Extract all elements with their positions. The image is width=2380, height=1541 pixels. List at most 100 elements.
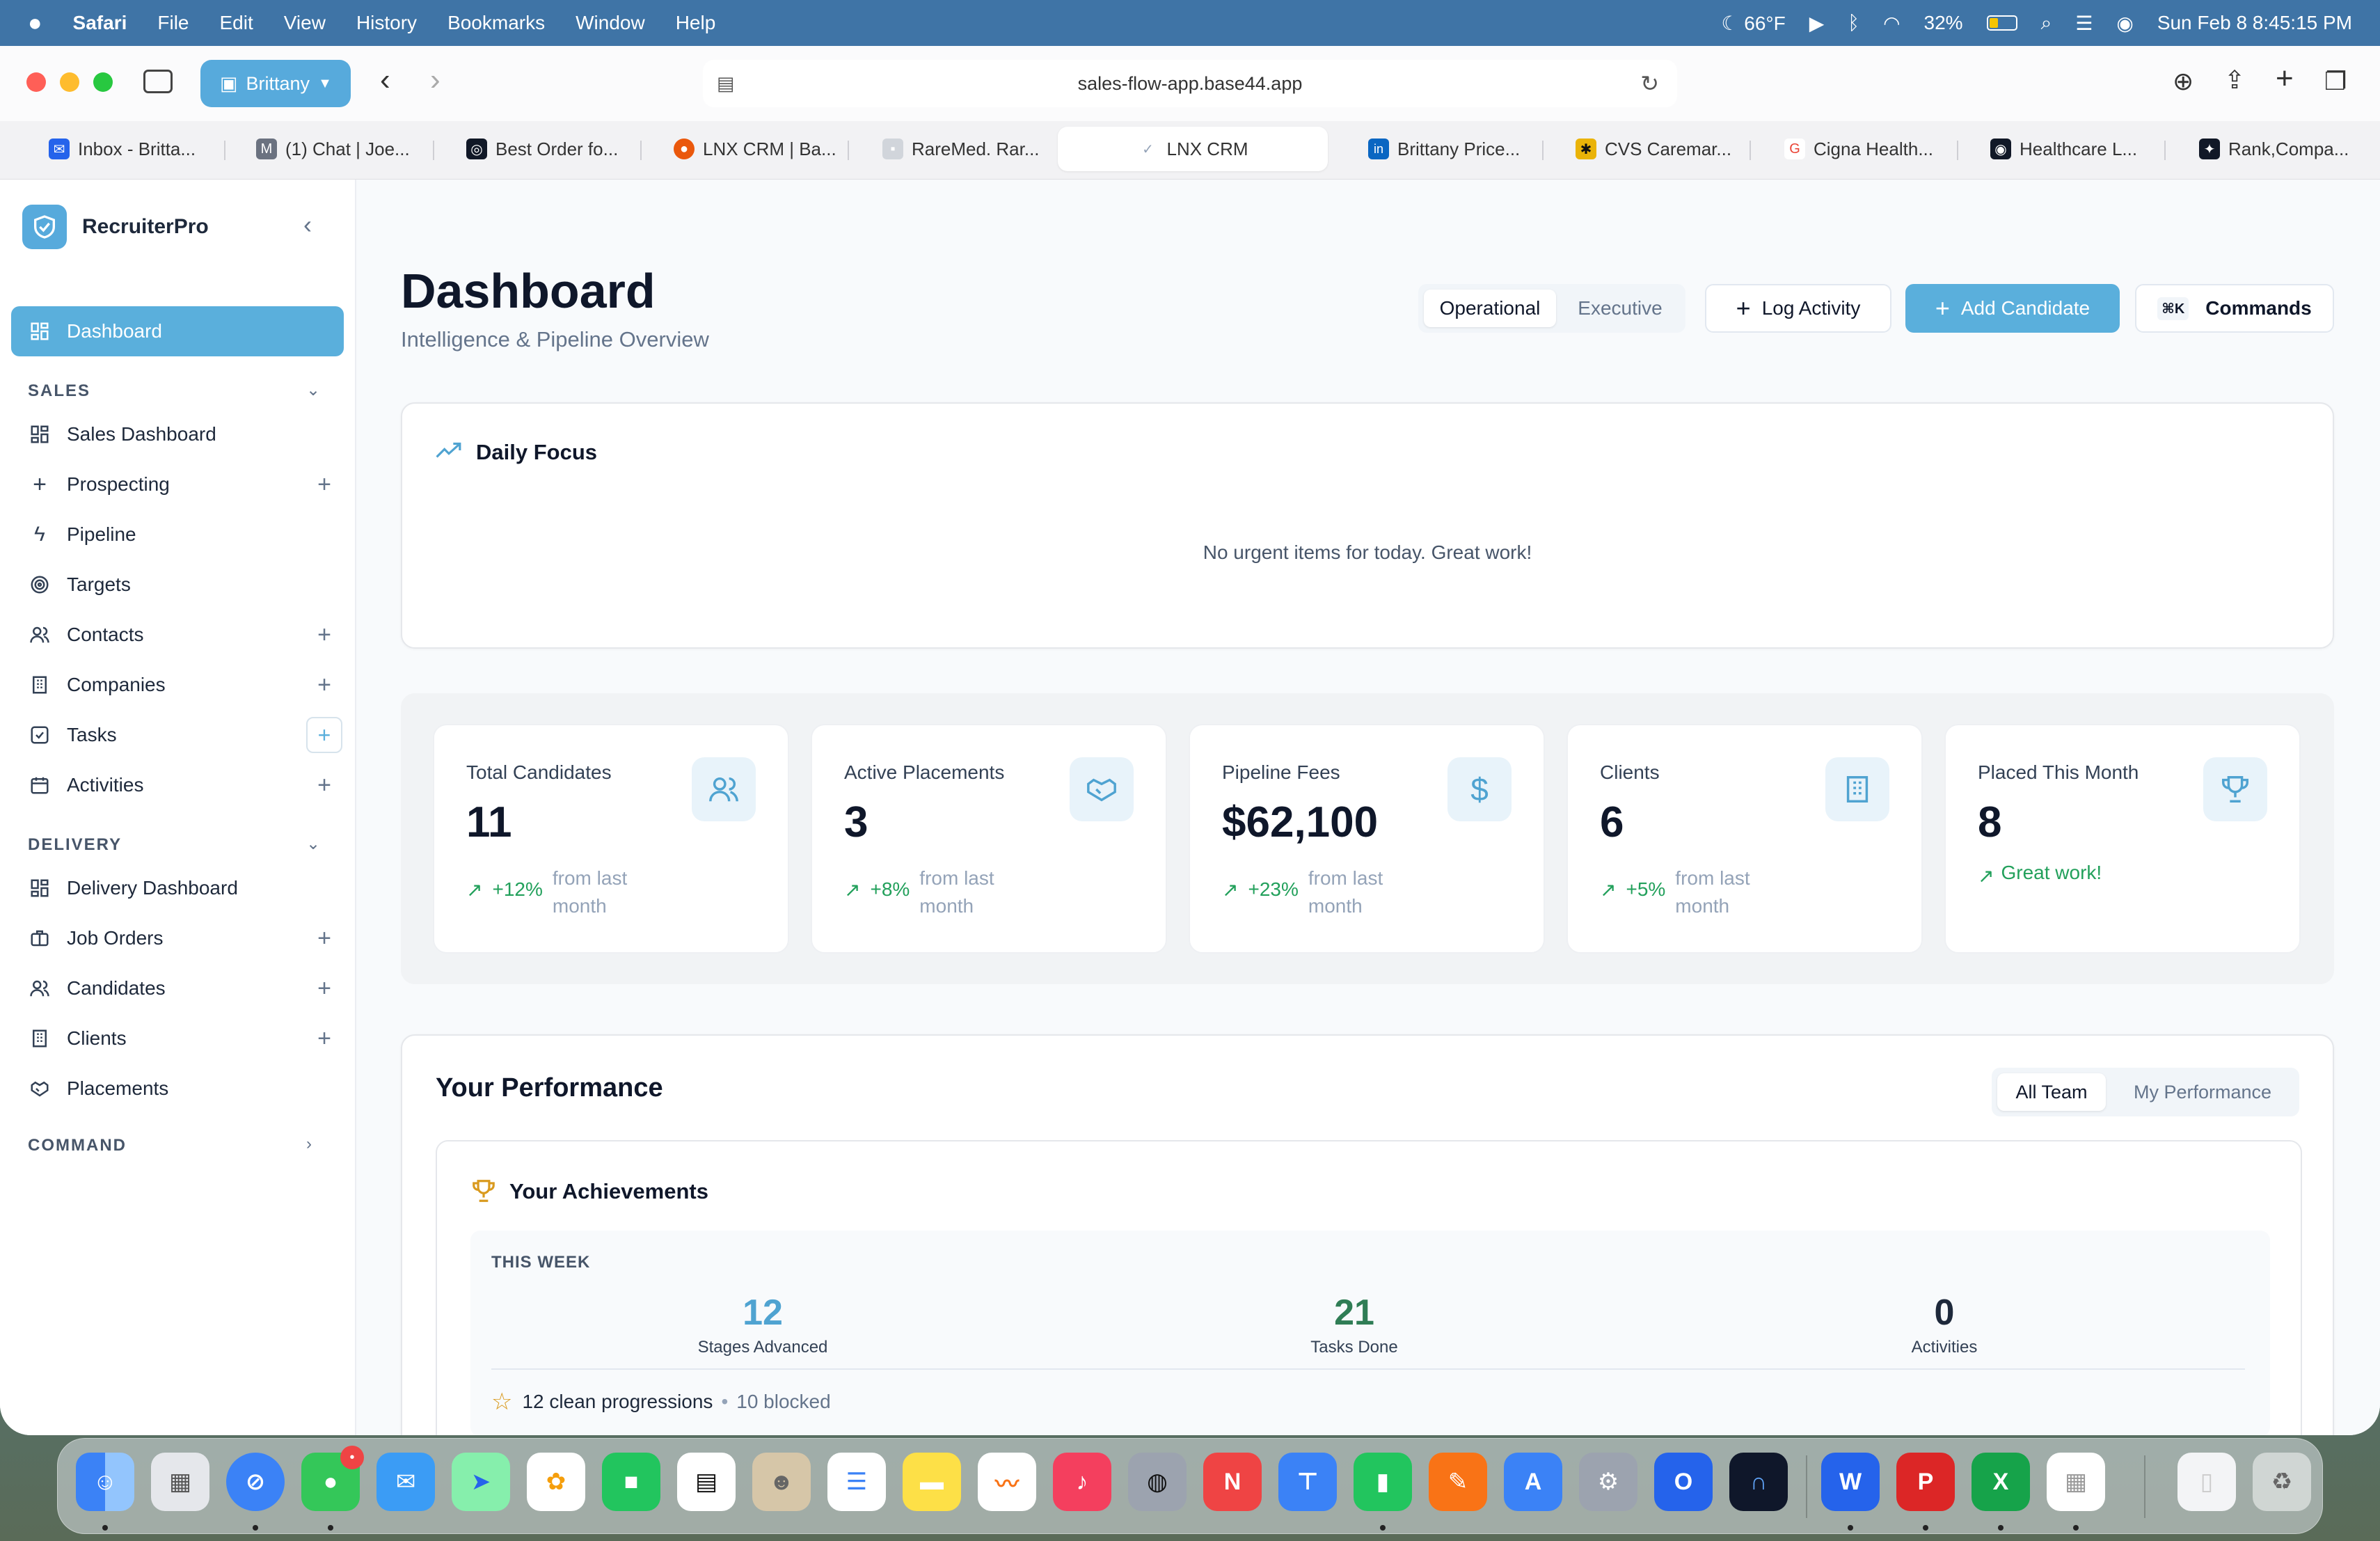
menu-app-name[interactable]: Safari — [73, 12, 127, 34]
sidebar-item-candidates[interactable]: Candidates + — [11, 963, 344, 1013]
minimize-window-button[interactable] — [60, 72, 79, 92]
word-icon[interactable]: W — [1821, 1453, 1880, 1511]
app-store-icon[interactable]: A — [1504, 1453, 1562, 1511]
tab-healthcare[interactable]: ◉ Healthcare L... — [1990, 127, 2157, 171]
notes-icon[interactable]: ▬ — [903, 1453, 961, 1511]
contacts-icon[interactable]: ☻ — [752, 1453, 811, 1511]
sidebar-item-targets[interactable]: Targets — [11, 560, 344, 610]
add-candidate-button[interactable]: + Add Candidate — [1905, 284, 2120, 333]
tab-overview-icon[interactable]: ❐ — [2324, 67, 2347, 96]
bluetooth-icon[interactable]: ᛒ — [1848, 12, 1859, 34]
downloads-icon[interactable]: ⊕ — [2173, 67, 2193, 96]
sidebar-item-prospecting[interactable]: + Prospecting + — [11, 459, 344, 509]
menu-history[interactable]: History — [356, 12, 417, 34]
stat-card-active-placements[interactable]: Active Placements 3 ↗ +8% from last month — [811, 724, 1167, 954]
mail-icon[interactable]: ✉ — [376, 1453, 435, 1511]
sidebar-item-contacts[interactable]: Contacts + — [11, 610, 344, 660]
datetime[interactable]: Sun Feb 8 8:45:15 PM — [2157, 12, 2352, 34]
add-company-button[interactable]: + — [317, 672, 331, 699]
sidebar-item-delivery-dashboard[interactable]: Delivery Dashboard — [11, 863, 344, 913]
sidebar-item-job-orders[interactable]: Job Orders + — [11, 913, 344, 963]
control-center-icon[interactable]: ☰ — [2075, 12, 2093, 35]
view-executive-button[interactable]: Executive — [1560, 290, 1680, 327]
facetime-icon[interactable]: ■ — [602, 1453, 660, 1511]
launchpad-icon[interactable]: ▦ — [151, 1453, 209, 1511]
tab-cigna[interactable]: G Cigna Health... — [1784, 127, 1951, 171]
collapse-sidebar-icon[interactable]: ‹ — [303, 210, 312, 239]
section-delivery[interactable]: DELIVERY ⌄ — [28, 835, 320, 855]
sidebar-item-sales-dashboard[interactable]: Sales Dashboard — [11, 409, 344, 459]
stat-card-placed-this-month[interactable]: Placed This Month 8 ↗ Great work! — [1944, 724, 2301, 954]
play-icon[interactable]: ▶ — [1809, 12, 1825, 35]
menu-window[interactable]: Window — [576, 12, 645, 34]
spreadsheet-icon[interactable]: ▦ — [2047, 1453, 2105, 1511]
new-tab-icon[interactable]: + — [2276, 61, 2294, 96]
menu-edit[interactable]: Edit — [220, 12, 253, 34]
address-bar[interactable]: ▤ sales-flow-app.base44.app ↻ — [703, 60, 1677, 107]
sidebar-item-clients[interactable]: Clients + — [11, 1013, 344, 1064]
pages-icon[interactable]: ✎ — [1429, 1453, 1487, 1511]
tab-brittany-price[interactable]: in Brittany Price... — [1368, 127, 1535, 171]
close-window-button[interactable] — [26, 72, 46, 92]
wifi-icon[interactable]: ◠ — [1883, 12, 1900, 35]
tab-rank-compa[interactable]: ✦ Rank,Compa... — [2199, 127, 2366, 171]
sidebar-item-activities[interactable]: Activities + — [11, 760, 344, 810]
add-activity-button[interactable]: + — [317, 772, 331, 799]
calendar-icon[interactable]: ▤ — [677, 1453, 736, 1511]
battery-icon[interactable] — [1986, 15, 2017, 31]
stat-card-pipeline-fees[interactable]: Pipeline Fees $62,100 $ ↗ +23% from last m… — [1189, 724, 1545, 954]
section-command[interactable]: COMMAND › — [28, 1135, 312, 1155]
photos-icon[interactable]: ✿ — [527, 1453, 585, 1511]
sidebar-item-pipeline[interactable]: ϟ Pipeline — [11, 509, 344, 560]
stat-card-clients[interactable]: Clients 6 ↗ +5% from last month — [1566, 724, 1923, 954]
sidebar-item-tasks[interactable]: Tasks + — [11, 710, 344, 760]
safari-icon[interactable]: ⊘ — [226, 1453, 285, 1511]
siri-icon[interactable]: ◉ — [2116, 12, 2133, 35]
tab-cvs-caremark[interactable]: ✱ CVS Caremar... — [1576, 127, 1743, 171]
zoom-window-button[interactable] — [93, 72, 113, 92]
reminders-icon[interactable]: ☰ — [827, 1453, 886, 1511]
sidebar-item-companies[interactable]: Companies + — [11, 660, 344, 710]
outlook-icon[interactable]: O — [1654, 1453, 1713, 1511]
menu-bookmarks[interactable]: Bookmarks — [447, 12, 545, 34]
freeform-icon[interactable]: 〰 — [978, 1453, 1036, 1511]
add-candidate-sidebar-button[interactable]: + — [317, 975, 331, 1002]
excel-icon[interactable]: X — [1972, 1453, 2030, 1511]
add-client-button[interactable]: + — [317, 1025, 331, 1052]
finder-icon[interactable]: ☺ — [76, 1453, 134, 1511]
my-performance-button[interactable]: My Performance — [2110, 1073, 2295, 1111]
sidebar-item-placements[interactable]: Placements — [11, 1064, 344, 1114]
apple-menu-icon[interactable]: ● — [28, 10, 42, 37]
system-settings-icon[interactable]: ⚙ — [1579, 1453, 1637, 1511]
log-activity-button[interactable]: + Log Activity — [1705, 284, 1891, 333]
tab-inbox[interactable]: ✉ Inbox - Britta... — [49, 127, 216, 171]
tab-raremed[interactable]: ▪ RareMed. Rar... — [882, 127, 1049, 171]
numbers-icon[interactable]: ▮ — [1354, 1453, 1412, 1511]
forward-button[interactable]: › — [430, 63, 441, 97]
menu-view[interactable]: View — [284, 12, 326, 34]
music-icon[interactable]: ♪ — [1053, 1453, 1111, 1511]
keynote-icon[interactable]: ⊤ — [1278, 1453, 1337, 1511]
search-icon[interactable]: ⌕ — [2041, 12, 2052, 35]
brand[interactable]: RecruiterPro — [22, 205, 209, 249]
tab-best-order[interactable]: ◎ Best Order fo... — [466, 127, 633, 171]
sidebar-toggle-icon[interactable] — [143, 70, 173, 93]
all-team-button[interactable]: All Team — [1997, 1073, 2106, 1111]
add-prospect-button[interactable]: + — [317, 471, 331, 498]
maps-icon[interactable]: ➤ — [452, 1453, 510, 1511]
view-operational-button[interactable]: Operational — [1424, 290, 1556, 327]
section-sales[interactable]: SALES ⌄ — [28, 381, 320, 401]
add-task-button[interactable]: + — [306, 717, 342, 753]
tab-lnx-crm-ba[interactable]: ● LNX CRM | Ba... — [674, 127, 841, 171]
weather-status[interactable]: ☾ 66°F — [1721, 12, 1785, 35]
reload-icon[interactable]: ↻ — [1640, 70, 1659, 97]
back-button[interactable]: ‹ — [380, 63, 390, 97]
menu-help[interactable]: Help — [676, 12, 716, 34]
add-contact-button[interactable]: + — [317, 622, 331, 649]
menu-file[interactable]: File — [157, 12, 189, 34]
tab-chat[interactable]: M (1) Chat | Joe... — [256, 127, 423, 171]
tab-lnx-crm-active[interactable]: ✓ LNX CRM — [1058, 127, 1328, 171]
document-icon[interactable]: ▯ — [2177, 1453, 2236, 1511]
profile-button[interactable]: ▣ Brittany ▼ — [200, 60, 351, 107]
trash-icon[interactable]: ♻ — [2253, 1453, 2311, 1511]
